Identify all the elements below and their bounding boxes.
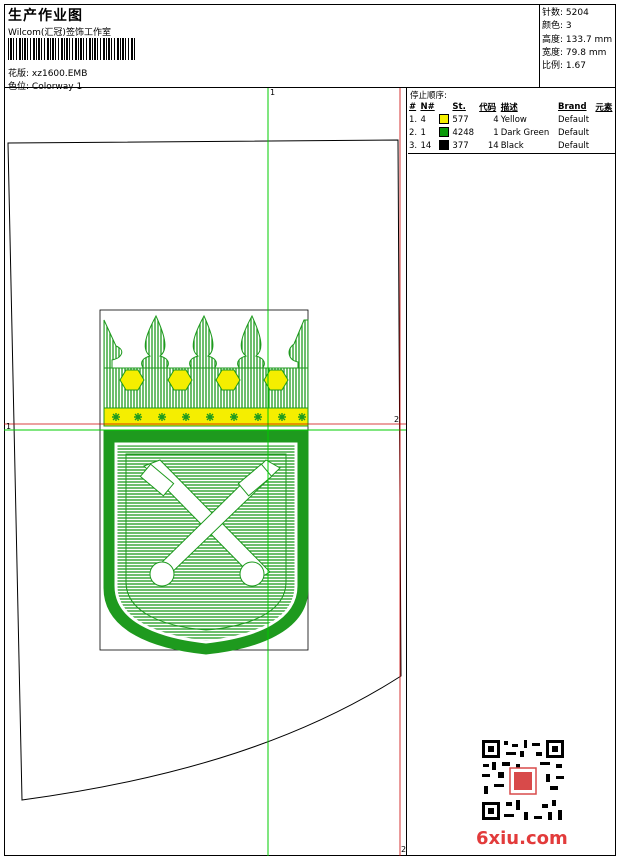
legend-row: 1. 4 577 4 Yellow Default bbox=[409, 114, 590, 125]
col-code: 代码 bbox=[479, 102, 497, 113]
stat-stitches: 针数: 5204 bbox=[542, 8, 589, 18]
col-element: 元素 bbox=[595, 102, 613, 113]
col-needle: N# bbox=[420, 101, 435, 112]
guide-label-bottom: 2 bbox=[401, 845, 407, 854]
watermark-logo: 6xiu.com bbox=[476, 828, 568, 849]
legend-row: 3. 14 377 14 Black Default bbox=[409, 140, 590, 151]
color-swatch bbox=[438, 114, 449, 125]
stat-height: 高度: 133.7 mm bbox=[542, 34, 613, 45]
col-stitches: St. bbox=[452, 101, 466, 112]
legend-table: # N# St. 代码 描述 Brand 元素 1. 4 577 4 Yello… bbox=[408, 100, 616, 152]
col-brand: Brand bbox=[557, 101, 587, 112]
page-title: 生产作业图 bbox=[8, 8, 83, 24]
legend-header-row: # N# St. 代码 描述 Brand 元素 bbox=[408, 100, 616, 113]
color-swatch bbox=[438, 140, 449, 151]
color-stop-legend: 停止顺序: # N# St. 代码 描述 Brand 元素 1. 4 577 4… bbox=[408, 88, 616, 154]
color-swatch bbox=[438, 127, 449, 138]
guide-label-left: 1 bbox=[6, 422, 12, 431]
barcode bbox=[8, 38, 136, 60]
stat-scale: 比例: 1.67 bbox=[542, 61, 586, 72]
header: 生产作业图 Wilcom(汇冠)签饰工作室 花版: xz1600.EMB 色位:… bbox=[4, 4, 616, 92]
design-canvas: 1 1 2 2 bbox=[4, 88, 407, 856]
stat-width: 宽度: 79.8 mm bbox=[542, 47, 607, 58]
qr-code bbox=[480, 738, 566, 822]
legend-row: 2. 1 4248 1 Dark Green Default bbox=[409, 127, 590, 138]
design-file: 花版: xz1600.EMB bbox=[8, 69, 88, 79]
design-stats: 针数: 5204 颜色: 3 高度: 133.7 mm 宽度: 79.8 mm … bbox=[542, 7, 612, 73]
col-number: # bbox=[409, 101, 417, 112]
header-left: 生产作业图 Wilcom(汇冠)签饰工作室 花版: xz1600.EMB 色位:… bbox=[4, 4, 540, 92]
guide-label-top: 1 bbox=[270, 88, 276, 97]
col-description: 描述 bbox=[500, 102, 518, 113]
embroidery-preview bbox=[4, 88, 406, 856]
company-name: Wilcom(汇冠)签饰工作室 bbox=[8, 28, 111, 38]
stat-colors: 颜色: 3 bbox=[542, 21, 572, 32]
guide-label-right: 2 bbox=[394, 415, 400, 424]
col-swatch bbox=[438, 100, 452, 113]
